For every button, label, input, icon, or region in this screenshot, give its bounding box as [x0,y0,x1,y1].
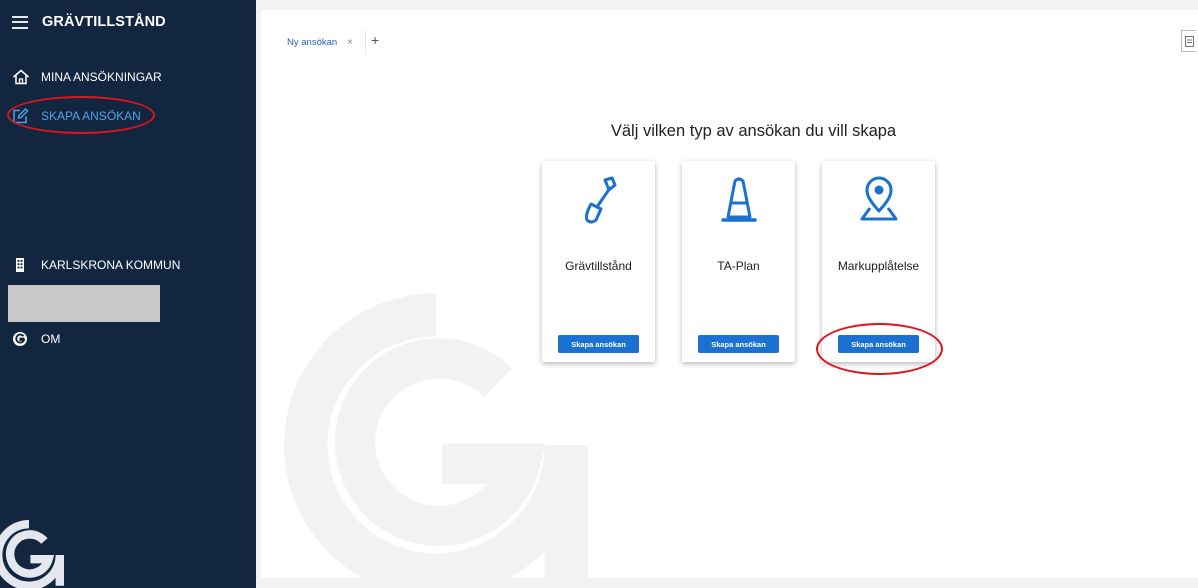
sidebar-item-skapa-ansokan[interactable]: SKAPA ANSÖKAN [12,108,141,124]
menu-icon[interactable] [12,15,28,29]
traffic-cone-icon [720,177,757,222]
tab-label: Ny ansökan [287,37,338,48]
card-markupplatelse: Markupplåtelse Skapa ansökan [822,161,935,362]
sidebar-item-om[interactable]: OM [12,331,60,347]
sidebar-item-label: OM [41,332,61,346]
sidebar: GRÄVTILLSTÅND MINA ANSÖKNINGAR SKAPA ANS… [0,0,256,588]
card-ta-plan: TA-Plan Skapa ansökan [682,161,795,362]
skapa-ansokan-button-gravtillstand[interactable]: Skapa ansökan [558,335,639,353]
sidebar-item-label: KARLSKRONA KOMMUN [41,258,181,272]
tab-bar: Ny ansökan × + [261,10,1198,55]
tab-ny-ansokan[interactable]: Ny ansökan × [281,30,366,55]
sidebar-item-karlskrona-kommun[interactable]: KARLSKRONA KOMMUN [12,257,180,273]
document-icon[interactable] [1181,30,1196,52]
app-title: GRÄVTILLSTÅND [42,14,166,30]
card-gravtillstand: Grävtillstånd Skapa ansökan [542,161,655,362]
skapa-ansokan-button-markupplatelse[interactable]: Skapa ansökan [838,335,919,353]
brand-logo-icon [0,520,64,588]
skapa-ansokan-button-ta-plan[interactable]: Skapa ansökan [698,335,779,353]
close-icon[interactable]: × [347,37,353,48]
main-area: Ny ansökan × + Välj vilken typ av ansöka… [256,0,1198,588]
sidebar-item-label: MINA ANSÖKNINGAR [41,70,162,84]
logo-g-icon [13,332,27,346]
page-title: Välj vilken typ av ansökan du vill skapa [610,122,897,140]
sidebar-header: GRÄVTILLSTÅND [12,14,166,30]
card-label: Grävtillstånd [565,259,632,273]
map-pin-icon [860,176,897,221]
home-icon [13,69,29,85]
card-label: Markupplåtelse [837,259,920,273]
building-icon [16,258,24,272]
edit-icon [13,108,29,124]
add-tab-button[interactable]: + [371,32,379,48]
redacted-block [8,285,160,322]
card-label: TA-Plan [717,259,760,273]
sidebar-item-label: SKAPA ANSÖKAN [41,109,141,123]
sidebar-item-mina-ansokningar[interactable]: MINA ANSÖKNINGAR [12,69,162,85]
shovel-icon [584,176,616,224]
content-panel: Ny ansökan × + Välj vilken typ av ansöka… [261,10,1198,578]
